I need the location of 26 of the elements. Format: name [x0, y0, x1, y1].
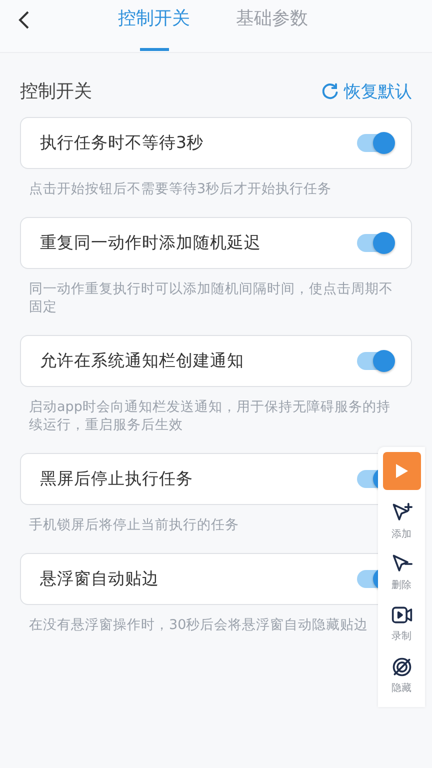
tab[interactable]: 控制开关	[118, 0, 190, 51]
play-icon	[394, 462, 408, 479]
section-title: 控制开关	[20, 80, 92, 103]
setting-description: 手机锁屏后将停止当前执行的任务	[28, 516, 240, 534]
play-button[interactable]	[382, 452, 420, 490]
toolbar-tool[interactable]: 删除	[390, 552, 412, 604]
toolbar-tool[interactable]: 添加	[390, 502, 412, 553]
toolbar-tool[interactable]: 录制	[390, 604, 412, 656]
setting-description: 点击开始按钮后不需要等待3秒后才开始执行任务	[28, 180, 333, 198]
tab[interactable]: 基础参数	[236, 0, 308, 51]
refresh-icon	[321, 82, 339, 100]
toggle-switch[interactable]	[357, 352, 393, 370]
setting-label: 重复同一动作时添加随机延迟	[40, 232, 261, 254]
hidden-icon	[390, 656, 412, 678]
toolbar-tool[interactable]: 隐藏	[390, 656, 412, 707]
setting-description: 同一动作重复执行时可以添加随机间隔时间，使点击周期不固定	[28, 280, 394, 316]
video-icon	[390, 604, 412, 626]
setting-description: 在没有悬浮窗操作时，30秒后会将悬浮窗自动隐藏贴边	[28, 616, 370, 634]
toggle-switch[interactable]	[357, 134, 393, 152]
setting-label: 悬浮窗自动贴边	[40, 568, 159, 590]
setting-label: 执行任务时不等待3秒	[40, 132, 204, 154]
setting-description: 启动app时会向通知栏发送通知，用于保持无障碍服务的持续运行，重启服务后生效	[28, 398, 392, 434]
setting-label: 允许在系统通知栏创建通知	[40, 350, 244, 372]
reset-button[interactable]: 恢复默认	[321, 80, 412, 102]
setting-label: 黑屏后停止执行任务	[40, 468, 193, 490]
toggle-switch[interactable]	[357, 234, 393, 252]
